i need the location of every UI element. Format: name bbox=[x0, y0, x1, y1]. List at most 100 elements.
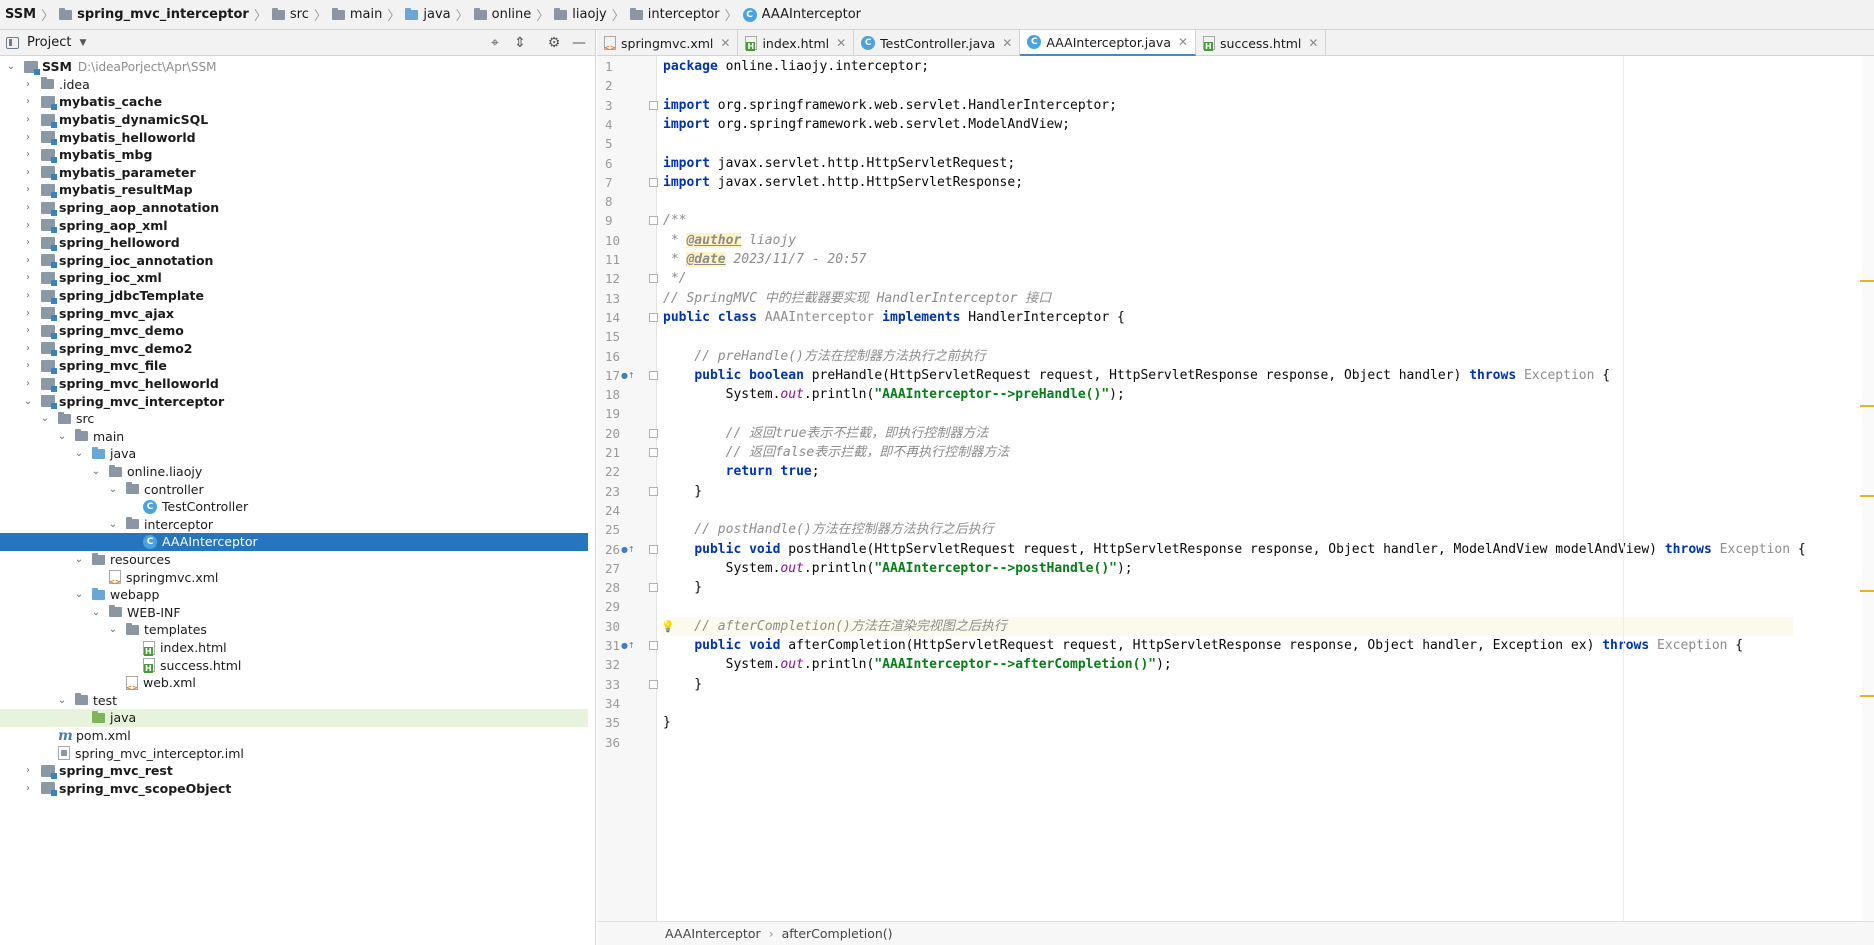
chevron-down-icon[interactable]: ⌄ bbox=[106, 624, 120, 635]
chevron-right-icon[interactable]: › bbox=[21, 237, 35, 248]
fold-toggle-icon[interactable] bbox=[649, 641, 658, 650]
editor-tab[interactable]: index.html ✕ bbox=[738, 30, 855, 56]
fold-toggle-icon[interactable] bbox=[649, 583, 658, 593]
warning-stripe[interactable] bbox=[1860, 695, 1874, 697]
tree-node[interactable]: › spring_ioc_annotation bbox=[0, 252, 588, 270]
code-line[interactable]: } bbox=[663, 713, 671, 732]
chevron-right-icon[interactable]: › bbox=[21, 184, 35, 195]
chevron-right-icon[interactable]: › bbox=[21, 378, 35, 389]
tree-node[interactable]: › .idea bbox=[0, 76, 588, 94]
collapse-all-icon[interactable]: ⇕ bbox=[511, 34, 529, 52]
implements-method-icon[interactable]: ●↑ bbox=[621, 636, 635, 655]
breadcrumb-item[interactable]: SSM bbox=[3, 4, 38, 26]
tree-node[interactable]: ⌄ templates bbox=[0, 621, 588, 639]
tree-node[interactable]: › spring_aop_xml bbox=[0, 216, 588, 234]
tree-node[interactable]: ⌄ WEB-INF bbox=[0, 604, 588, 622]
code-line[interactable]: // postHandle()方法在控制器方法执行之后执行 bbox=[663, 520, 993, 539]
chevron-right-icon[interactable]: › bbox=[21, 132, 35, 143]
tree-node[interactable]: web.xml bbox=[0, 674, 588, 692]
code-line[interactable]: System.out.println("AAAInterceptor-->pos… bbox=[663, 559, 1133, 578]
warning-stripe[interactable] bbox=[1860, 405, 1874, 407]
fold-toggle-icon[interactable] bbox=[649, 216, 658, 226]
code-line[interactable]: } bbox=[663, 578, 702, 597]
chevron-down-icon[interactable]: ⌄ bbox=[89, 466, 103, 477]
tree-node[interactable]: spring_mvc_interceptor.iml bbox=[0, 744, 588, 762]
tree-node[interactable]: › spring_mvc_demo2 bbox=[0, 340, 588, 358]
tree-node[interactable]: ⌄ controller bbox=[0, 480, 588, 498]
code-line[interactable]: // SpringMVC 中的拦截器要实现 HandlerInterceptor… bbox=[663, 289, 1051, 308]
breadcrumb-item[interactable]: java bbox=[403, 4, 452, 26]
code-line[interactable]: import javax.servlet.http.HttpServletReq… bbox=[663, 154, 1015, 173]
editor-tab[interactable]: C TestController.java ✕ bbox=[854, 30, 1021, 56]
chevron-right-icon[interactable]: › bbox=[21, 765, 35, 776]
chevron-right-icon[interactable]: › bbox=[21, 167, 35, 178]
tree-node[interactable]: C AAAInterceptor bbox=[0, 533, 588, 551]
editor-tab[interactable]: success.html ✕ bbox=[1196, 30, 1327, 56]
code-line[interactable]: public void afterCompletion(HttpServletR… bbox=[663, 636, 1743, 655]
project-tree[interactable]: ⌄ SSM D:\ideaPorject\Apr\SSM › .idea › mybatis… bbox=[0, 56, 588, 945]
tree-node[interactable]: ⌄ spring_mvc_interceptor bbox=[0, 392, 588, 410]
hide-panel-icon[interactable]: — bbox=[570, 34, 588, 52]
tree-node[interactable]: ⌄ main bbox=[0, 428, 588, 446]
code-line[interactable]: package online.liaojy.interceptor; bbox=[663, 57, 929, 76]
close-icon[interactable]: ✕ bbox=[1002, 36, 1012, 50]
breadcrumb-item[interactable]: interceptor bbox=[628, 4, 722, 26]
code-line[interactable]: System.out.println("AAAInterceptor-->pre… bbox=[663, 385, 1125, 404]
chevron-down-icon[interactable]: ⌄ bbox=[72, 448, 86, 459]
tree-node[interactable]: › spring_helloword bbox=[0, 234, 588, 252]
tree-node[interactable]: › mybatis_helloworld bbox=[0, 128, 588, 146]
code-line[interactable]: * @author liaojy bbox=[663, 231, 796, 250]
chevron-right-icon[interactable]: › bbox=[21, 220, 35, 231]
fold-toggle-icon[interactable] bbox=[649, 100, 658, 110]
tree-node[interactable]: › mybatis_resultMap bbox=[0, 181, 588, 199]
fold-toggle-icon[interactable] bbox=[649, 177, 658, 187]
code-line[interactable]: import org.springframework.web.servlet.M… bbox=[663, 115, 1070, 134]
chevron-down-icon[interactable]: ⌄ bbox=[106, 484, 120, 495]
tree-node[interactable]: › spring_mvc_demo bbox=[0, 322, 588, 340]
chevron-down-icon[interactable]: ⌄ bbox=[38, 413, 52, 424]
close-icon[interactable]: ✕ bbox=[1308, 36, 1318, 50]
warning-stripe[interactable] bbox=[1860, 495, 1874, 497]
chevron-down-icon[interactable]: ⌄ bbox=[72, 554, 86, 565]
tree-node[interactable]: C TestController bbox=[0, 498, 588, 516]
close-icon[interactable]: ✕ bbox=[720, 36, 730, 50]
tree-node[interactable]: springmvc.xml bbox=[0, 568, 588, 586]
fold-toggle-icon[interactable] bbox=[649, 544, 658, 554]
breadcrumb-item[interactable]: online bbox=[472, 4, 534, 26]
chevron-right-icon[interactable]: › bbox=[21, 325, 35, 336]
tree-node[interactable]: success.html bbox=[0, 656, 588, 674]
code-line[interactable]: public class AAAInterceptor implements H… bbox=[663, 308, 1125, 327]
tree-node[interactable]: › spring_ioc_xml bbox=[0, 269, 588, 287]
chevron-down-icon[interactable]: ⌄ bbox=[72, 589, 86, 600]
code-line[interactable]: } bbox=[663, 675, 702, 694]
close-icon[interactable]: ✕ bbox=[1178, 35, 1188, 49]
chevron-right-icon[interactable]: › bbox=[21, 255, 35, 266]
chevron-right-icon[interactable]: › bbox=[21, 202, 35, 213]
chevron-down-icon[interactable]: ▼ bbox=[79, 38, 86, 48]
chevron-right-icon[interactable]: › bbox=[21, 783, 35, 794]
chevron-right-icon[interactable]: › bbox=[21, 343, 35, 354]
tree-node[interactable]: › mybatis_parameter bbox=[0, 164, 588, 182]
tree-node[interactable]: ⌄ test bbox=[0, 692, 588, 710]
implements-method-icon[interactable]: ●↑ bbox=[621, 540, 635, 559]
fold-toggle-icon[interactable] bbox=[649, 679, 658, 689]
fold-toggle-icon[interactable] bbox=[649, 370, 658, 380]
fold-toggle-icon[interactable] bbox=[649, 486, 658, 496]
breadcrumb-item[interactable]: spring_mvc_interceptor bbox=[57, 4, 251, 26]
tree-node[interactable]: ⌄ SSM D:\ideaPorject\Apr\SSM bbox=[0, 58, 588, 76]
chevron-down-icon[interactable]: ⌄ bbox=[4, 61, 18, 72]
chevron-right-icon[interactable]: › bbox=[21, 149, 35, 160]
code-line[interactable]: // 返回true表示不拦截，即执行控制器方法 bbox=[663, 424, 989, 443]
chevron-right-icon[interactable]: › bbox=[21, 114, 35, 125]
tree-node[interactable]: › mybatis_dynamicSQL bbox=[0, 111, 588, 129]
code-line[interactable]: // preHandle()方法在控制器方法执行之前执行 bbox=[663, 347, 986, 366]
warning-stripe[interactable] bbox=[1860, 590, 1874, 592]
close-icon[interactable]: ✕ bbox=[836, 36, 846, 50]
tree-node[interactable]: index.html bbox=[0, 639, 588, 657]
tree-node[interactable]: ⌄ src bbox=[0, 410, 588, 428]
tree-node[interactable]: › spring_mvc_helloworld bbox=[0, 375, 588, 393]
editor-scrollbar[interactable] bbox=[1862, 56, 1874, 921]
breadcrumb-item[interactable]: C AAAInterceptor bbox=[741, 4, 863, 26]
tree-node[interactable]: › spring_mvc_ajax bbox=[0, 304, 588, 322]
chevron-right-icon[interactable]: › bbox=[21, 360, 35, 371]
